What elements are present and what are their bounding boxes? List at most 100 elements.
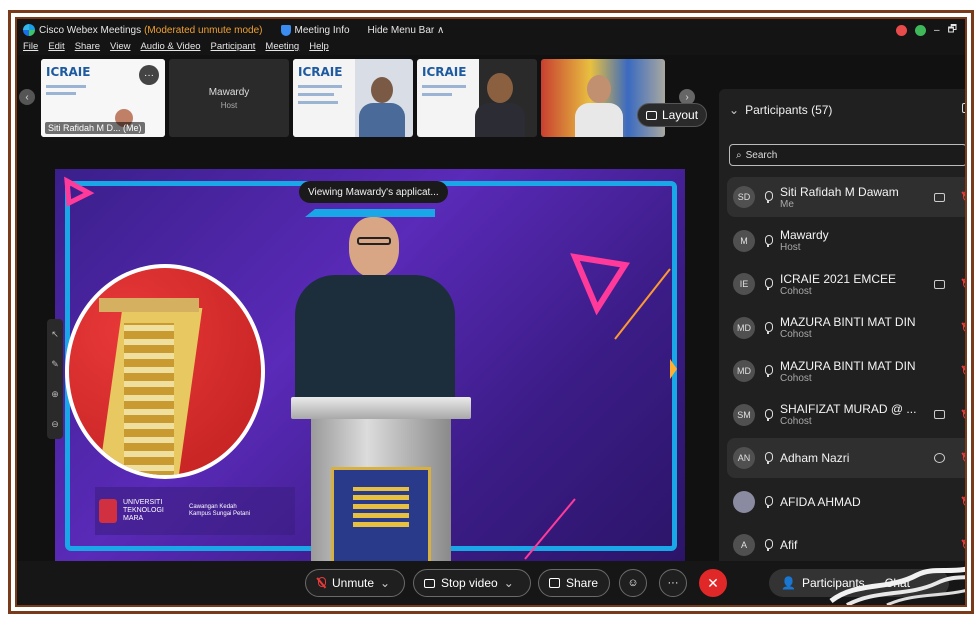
participants-panel-header[interactable]: ⌄ Participants (57) xyxy=(729,103,832,117)
avatar: SM xyxy=(733,403,755,426)
unmute-button[interactable]: Unmute ⌄ xyxy=(305,569,405,597)
collapse-chevron-icon[interactable]: ⌄ xyxy=(729,103,739,117)
stop-video-button[interactable]: Stop video ⌄ xyxy=(413,569,531,597)
participant-row[interactable]: AN Adham Nazri xyxy=(727,438,965,478)
logo-campus-text: Cawangan Kedah Kampus Sungai Petani xyxy=(189,504,251,517)
muted-mic-icon[interactable] xyxy=(961,278,965,290)
participants-title: Participants (57) xyxy=(745,103,833,117)
participant-row[interactable]: MD MAZURA BINTI MAT DIN Cohost xyxy=(727,308,965,348)
shield-icon xyxy=(280,24,291,36)
more-options-icon[interactable]: ··· xyxy=(139,65,159,85)
participant-name: ICRAIE 2021 EMCEE xyxy=(780,271,897,286)
thumbnail-self[interactable]: ICRAIE ··· Siti Rafidah M D... (Me) xyxy=(41,59,165,137)
participant-name: SHAIFIZAT MURAD @ ... xyxy=(780,402,917,416)
video-thumbnail-strip: ‹ ICRAIE ··· Siti Rafidah M D... (Me) Ma… xyxy=(17,57,707,143)
participant-row[interactable]: M Mawardy Host xyxy=(727,221,965,261)
participants-panel: ⌄ Participants (57) ⌕ Search ↓ SDSiti Ra… xyxy=(719,89,965,581)
participant-search-input[interactable]: ⌕ Search xyxy=(729,144,965,166)
participant-name: Adham Nazri xyxy=(780,451,850,465)
thumbnail-participant-1[interactable]: ICRAIE xyxy=(293,59,413,137)
share-button[interactable]: Share xyxy=(538,569,610,597)
menu-participant[interactable]: Participant xyxy=(211,41,256,55)
participant-name-block: SHAIFIZAT MURAD @ ... Cohost xyxy=(780,402,930,427)
video-on-icon xyxy=(934,192,945,202)
muted-mic-icon[interactable] xyxy=(961,452,965,464)
meeting-info-button[interactable]: Meeting Info xyxy=(280,24,350,36)
muted-mic-icon[interactable] xyxy=(961,539,965,551)
chevron-down-icon[interactable]: ⌄ xyxy=(504,576,514,590)
shared-application-stage: UNIVERSITI TEKNOLOGI MARA Cawangan Kedah… xyxy=(55,169,685,579)
share-label: Share xyxy=(566,576,599,590)
zoom-in-icon[interactable]: ⊕ xyxy=(51,389,59,400)
reactions-icon[interactable]: ☺ xyxy=(619,569,647,597)
muted-mic-icon xyxy=(316,577,326,589)
layout-icon xyxy=(646,110,657,120)
zoom-out-icon[interactable]: ⊖ xyxy=(51,419,59,430)
layout-button[interactable]: Layout xyxy=(637,103,708,127)
participant-name-block: Mawardy Host xyxy=(780,228,930,253)
participant-row[interactable]: MD MAZURA BINTI MAT DIN Cohost xyxy=(727,351,965,391)
participant-name: Mawardy xyxy=(780,228,829,242)
participant-row[interactable]: SD Siti Rafidah M Dawam Me xyxy=(727,177,965,217)
hide-menu-bar-button[interactable]: Hide Menu Bar ∧ xyxy=(368,25,445,36)
menu-help[interactable]: Help xyxy=(309,41,329,55)
mic-icon xyxy=(763,539,773,551)
muted-mic-icon[interactable] xyxy=(961,408,965,421)
participant-name-block: Adham Nazri xyxy=(780,451,930,465)
recording-status-icon xyxy=(896,24,908,36)
campus-building-photo xyxy=(65,264,265,479)
mic-icon xyxy=(763,452,773,464)
muted-mic-icon[interactable] xyxy=(961,495,965,508)
restore-button[interactable]: 🗗 xyxy=(948,22,957,39)
avatar: AN xyxy=(733,447,755,469)
video-on-icon xyxy=(934,279,945,289)
connection-status-icon xyxy=(915,24,927,36)
avatar: IE xyxy=(733,273,755,295)
leave-meeting-button[interactable]: ✕ xyxy=(699,569,727,597)
mic-icon xyxy=(763,408,773,421)
muted-mic-icon[interactable] xyxy=(961,191,965,203)
thumbnail-self-name: Siti Rafidah M D... (Me) xyxy=(45,122,145,134)
participant-row[interactable]: IE ICRAIE 2021 EMCEE Cohost xyxy=(727,264,965,304)
pointer-tool-icon[interactable]: ↖ xyxy=(51,329,59,340)
thumbs-prev-icon[interactable]: ‹ xyxy=(19,89,35,105)
layout-label: Layout xyxy=(662,108,699,122)
popout-panel-icon[interactable] xyxy=(962,103,965,113)
annotate-tool-icon[interactable]: ✎ xyxy=(51,359,59,370)
minimize-button[interactable]: – xyxy=(934,25,940,36)
menu-share[interactable]: Share xyxy=(75,41,100,55)
poster-title: ICRAIE xyxy=(422,65,467,79)
title-bar: Cisco Webex Meetings (Moderated unmute m… xyxy=(17,19,965,41)
menu-meeting[interactable]: Meeting xyxy=(265,41,299,55)
muted-mic-icon[interactable] xyxy=(961,321,965,334)
participant-name-block: AFIDA AHMAD xyxy=(780,495,930,509)
participant-role: Cohost xyxy=(780,285,812,297)
search-placeholder: Search xyxy=(745,149,778,161)
meeting-controls-bar: Unmute ⌄ Stop video ⌄ Share ☺ ··· ✕ 👤 Pa… xyxy=(17,561,965,605)
moderation-mode-label: (Moderated unmute mode) xyxy=(144,24,263,36)
more-options-button[interactable]: ··· xyxy=(659,569,687,597)
people-icon: 👤 xyxy=(781,576,796,590)
participant-row[interactable]: AFIDA AHMAD xyxy=(727,482,965,522)
thumbnail-host[interactable]: Mawardy Host xyxy=(169,59,289,137)
video-on-icon xyxy=(934,410,945,419)
thumbnail-host-name: Mawardy xyxy=(208,87,250,98)
search-icon: ⌕ xyxy=(736,149,742,161)
chat-icon[interactable] xyxy=(934,453,945,463)
menu-audio-video[interactable]: Audio & Video xyxy=(140,41,200,55)
mic-icon xyxy=(763,321,773,334)
participant-name: MAZURA BINTI MAT DIN xyxy=(780,358,916,373)
menu-edit[interactable]: Edit xyxy=(48,41,64,55)
avatar xyxy=(733,490,755,513)
muted-mic-icon[interactable] xyxy=(961,365,965,377)
thumbnail-participant-2[interactable]: ICRAIE xyxy=(417,59,537,137)
poster-title: ICRAIE xyxy=(46,65,91,79)
participant-row[interactable]: A Afif xyxy=(727,525,965,565)
share-icon xyxy=(549,578,560,588)
meeting-info-label: Meeting Info xyxy=(294,24,350,36)
participant-row[interactable]: SM SHAIFIZAT MURAD @ ... Cohost xyxy=(727,395,965,435)
webex-window: Cisco Webex Meetings (Moderated unmute m… xyxy=(15,17,967,607)
menu-view[interactable]: View xyxy=(110,41,130,55)
chevron-down-icon[interactable]: ⌄ xyxy=(380,576,390,590)
menu-file[interactable]: File xyxy=(23,41,38,55)
